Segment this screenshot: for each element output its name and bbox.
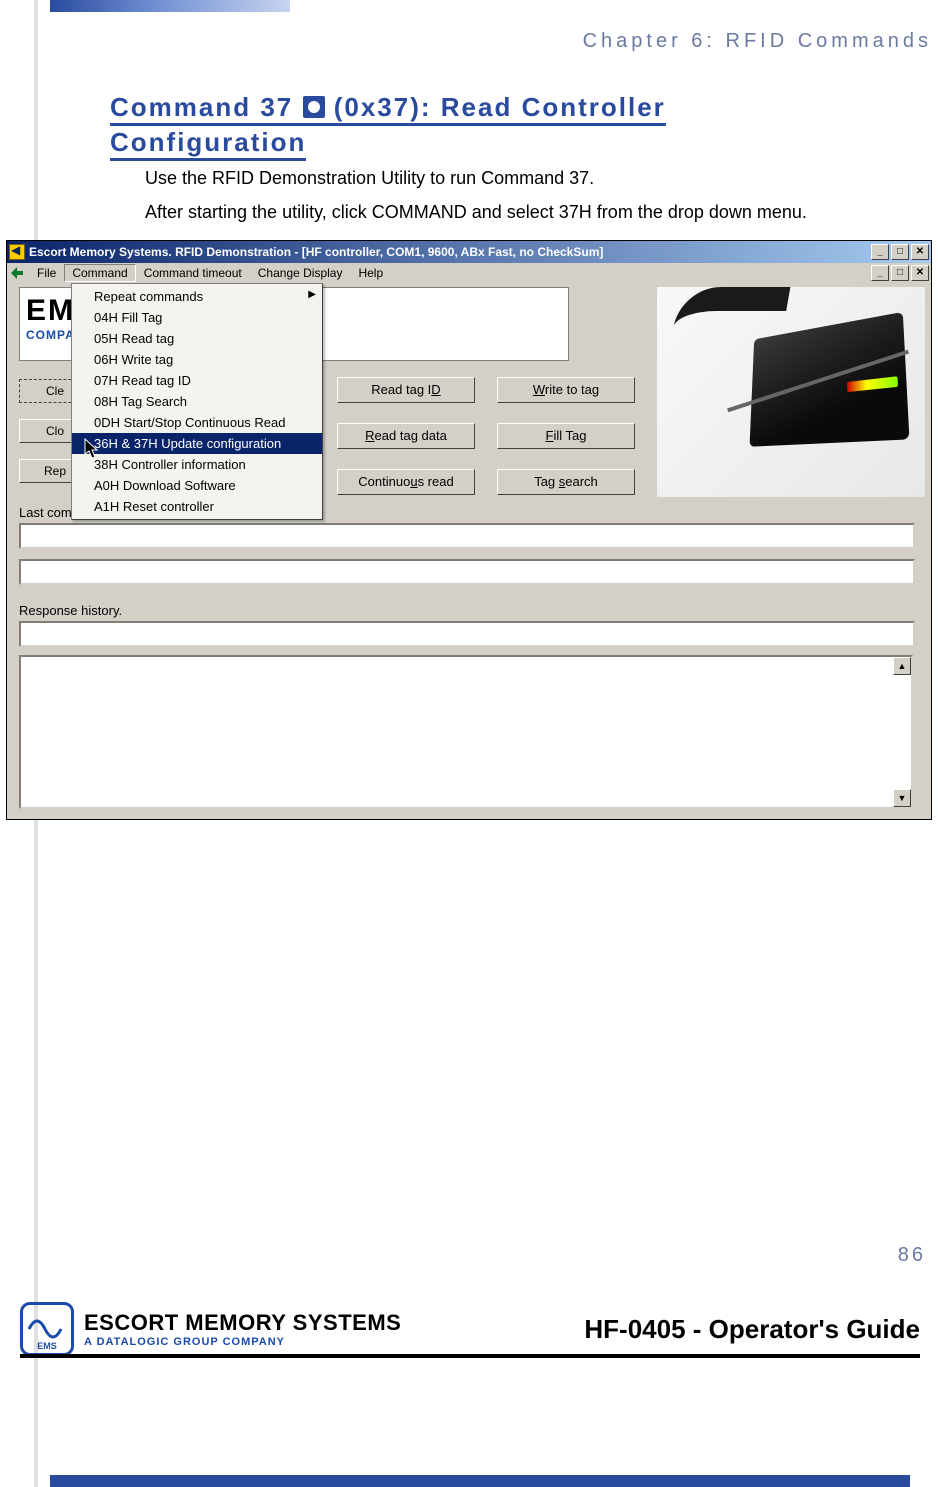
page-footer: EMS ESCORT MEMORY SYSTEMS A DATALOGIC GR…	[20, 1284, 920, 1374]
mdi-restore-button[interactable]: □	[891, 265, 909, 281]
window-close-button[interactable]: ✕	[911, 244, 929, 260]
footer-document-title: HF-0405 - Operator's Guide	[584, 1314, 920, 1345]
mdi-close-button[interactable]: ✕	[911, 265, 929, 281]
mdi-icon[interactable]	[9, 265, 25, 281]
last-command-field-2[interactable]	[19, 559, 915, 585]
footer-ems-label: EMS	[23, 1341, 71, 1351]
button-write-to-tag[interactable]: Write to tag	[497, 377, 635, 403]
body-paragraph-2: After starting the utility, click COMMAN…	[145, 202, 807, 223]
dropdown-item[interactable]: 36H & 37H Update configuration	[72, 433, 322, 454]
app-icon	[9, 244, 25, 260]
chapter-title: Chapter 6: RFID Commands	[583, 30, 932, 53]
footer-logo-icon: EMS	[20, 1302, 74, 1356]
device-image	[657, 287, 925, 497]
menu-help[interactable]: Help	[350, 264, 391, 282]
footer-rule	[20, 1354, 920, 1358]
mdi-minimize-button[interactable]: _	[871, 265, 889, 281]
dropdown-item[interactable]: 05H Read tag	[72, 328, 322, 349]
label-response-history: Response history.	[19, 603, 122, 618]
footer-company: ESCORT MEMORY SYSTEMS	[84, 1310, 401, 1336]
menu-command-timeout[interactable]: Command timeout	[136, 264, 250, 282]
dropdown-item[interactable]: A0H Download Software	[72, 475, 322, 496]
last-command-field-1[interactable]	[19, 523, 915, 549]
dropdown-item[interactable]: 0DH Start/Stop Continuous Read	[72, 412, 322, 433]
scroll-up-button[interactable]: ▲	[893, 657, 911, 675]
titlebar-text: Escort Memory Systems. RFID Demonstratio…	[29, 245, 871, 259]
response-history-listbox[interactable]: ▲ ▼	[19, 655, 913, 809]
client-area: EMORY SYSTEMS COMPANY Cle Clo Rep Read t…	[7, 283, 931, 819]
response-history-field[interactable]	[19, 621, 915, 647]
command-dropdown: Repeat commands04H Fill Tag05H Read tag0…	[71, 283, 323, 520]
dropdown-item[interactable]: A1H Reset controller	[72, 496, 322, 517]
button-continuous-read[interactable]: Continuous read	[337, 469, 475, 495]
menu-file[interactable]: File	[29, 264, 64, 282]
button-tag-search[interactable]: Tag search	[497, 469, 635, 495]
button-read-tag-id[interactable]: Read tag ID	[337, 377, 475, 403]
page-number: 86	[898, 1244, 926, 1267]
scroll-down-button[interactable]: ▼	[893, 789, 911, 807]
footer-tagline: A DATALOGIC GROUP COMPANY	[84, 1336, 401, 1348]
dropdown-item[interactable]: 04H Fill Tag	[72, 307, 322, 328]
dropdown-item[interactable]: Repeat commands	[72, 286, 322, 307]
dropdown-item[interactable]: 06H Write tag	[72, 349, 322, 370]
record-icon	[303, 96, 325, 118]
dropdown-item[interactable]: 08H Tag Search	[72, 391, 322, 412]
menu-command[interactable]: Command	[64, 264, 135, 282]
button-fill-tag[interactable]: Fill Tag	[497, 423, 635, 449]
page-top-accent	[50, 0, 290, 12]
window-maximize-button[interactable]: □	[891, 244, 909, 260]
app-window: Escort Memory Systems. RFID Demonstratio…	[6, 240, 932, 820]
menu-bar: File Command Command timeout Change Disp…	[7, 263, 931, 283]
page-bottom-accent	[50, 1475, 910, 1487]
section-heading: Command 37 (0x37): Read Controller Confi…	[110, 90, 666, 160]
button-read-tag-data[interactable]: Read tag data	[337, 423, 475, 449]
dropdown-item[interactable]: 07H Read tag ID	[72, 370, 322, 391]
menu-change-display[interactable]: Change Display	[250, 264, 351, 282]
cursor-icon	[84, 438, 100, 460]
window-minimize-button[interactable]: _	[871, 244, 889, 260]
body-paragraph-1: Use the RFID Demonstration Utility to ru…	[145, 168, 594, 189]
dropdown-item[interactable]: 38H Controller information	[72, 454, 322, 475]
titlebar[interactable]: Escort Memory Systems. RFID Demonstratio…	[7, 241, 931, 263]
